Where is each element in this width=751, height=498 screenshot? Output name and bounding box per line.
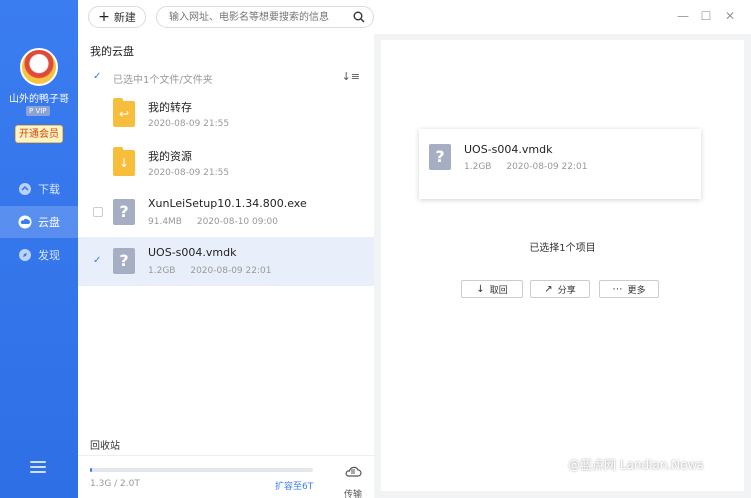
row-checkbox[interactable]: ✓	[93, 256, 103, 266]
download-icon	[19, 183, 31, 195]
unknown-file-icon: ?	[113, 199, 135, 225]
search-input[interactable]	[169, 9, 349, 25]
file-name: 我的资源	[148, 150, 192, 163]
file-date: 2020-08-09 21:55	[148, 119, 230, 129]
sort-icon[interactable]: ↓≡	[342, 70, 360, 83]
minimize-icon[interactable]: —	[676, 9, 690, 23]
list-item[interactable]: ? XunLeiSetup10.1.34.800.exe 91.4MB 2020…	[78, 188, 374, 237]
more-icon: ⋯	[612, 283, 623, 295]
sidebar-item-label: 云盘	[38, 216, 60, 229]
maximize-icon[interactable]: ☐	[699, 9, 713, 23]
row-checkbox[interactable]	[93, 207, 103, 217]
detail-file-meta: 1.2GB 2020-08-09 22:01	[464, 162, 599, 172]
detail-file-name: UOS-s004.vmdk	[464, 143, 553, 156]
sidebar-item-label: 发现	[38, 249, 60, 262]
folder-icon: ↩	[113, 98, 135, 127]
file-panel: 我的云盘 ✓ 已选中1个文件/文件夹 ↓≡ ↩ 我的转存 2020-08-09 …	[78, 34, 374, 498]
sidebar-item-label: 下载	[38, 183, 60, 196]
retrieve-button[interactable]: ↓ 取回	[461, 280, 523, 298]
file-meta: 1.2GB 2020-08-09 22:01	[148, 266, 283, 276]
transfer-label: 传输	[343, 490, 362, 498]
storage-bar-fill	[90, 468, 93, 472]
file-meta: 2020-08-09 21:55	[148, 168, 241, 178]
vip-badge: P VIP	[26, 106, 50, 116]
share-button[interactable]: ↗ 分享	[530, 280, 590, 298]
file-size: 91.4MB	[148, 217, 182, 227]
download-arrow-icon: ↓	[476, 283, 485, 295]
file-name: 我的转存	[148, 101, 192, 114]
file-date: 2020-08-09 21:55	[148, 168, 230, 178]
storage-bar	[90, 468, 313, 472]
menu-icon[interactable]	[30, 461, 46, 473]
new-button-label: 新建	[113, 11, 136, 24]
recycle-bin-link[interactable]: 回收站	[90, 437, 120, 452]
section-title: 我的云盘	[90, 45, 134, 58]
transfer-cloud-icon	[345, 466, 362, 477]
sidebar-item-cloud[interactable]: 云盘	[0, 206, 78, 238]
cloud-icon	[18, 215, 32, 229]
storage-area: 1.3G / 2.0T 扩容至6T 传输	[78, 455, 374, 498]
select-all-checkbox[interactable]: ✓	[93, 72, 103, 82]
avatar[interactable]	[20, 48, 58, 86]
retrieve-label: 取回	[489, 285, 508, 296]
search-box[interactable]	[156, 6, 374, 28]
selected-file-card: ? UOS-s004.vmdk 1.2GB 2020-08-09 22:01	[419, 129, 701, 199]
detail-file-size: 1.2GB	[464, 162, 492, 172]
search-icon[interactable]	[353, 11, 365, 23]
watermark: @蓝点网 Landian.News	[568, 458, 704, 472]
file-name: UOS-s004.vmdk	[148, 246, 237, 259]
file-size: 1.2GB	[148, 266, 176, 276]
list-item[interactable]: ↩ 我的转存 2020-08-09 21:55	[78, 90, 374, 139]
discover-icon	[19, 249, 31, 261]
selection-bar: ✓ 已选中1个文件/文件夹 ↓≡	[78, 68, 374, 88]
share-label: 分享	[557, 285, 576, 296]
file-date: 2020-08-09 22:01	[190, 266, 272, 276]
username[interactable]: 山外的鸭子哥	[0, 90, 78, 105]
file-meta: 2020-08-09 21:55	[148, 119, 241, 129]
more-label: 更多	[627, 285, 646, 296]
file-name: XunLeiSetup10.1.34.800.exe	[148, 197, 307, 210]
folder-icon: ↓	[113, 147, 135, 176]
file-date: 2020-08-10 09:00	[196, 217, 278, 227]
plus-icon: +	[98, 9, 110, 25]
file-meta: 91.4MB 2020-08-10 09:00	[148, 217, 290, 227]
selection-text: 已选中1个文件/文件夹	[113, 75, 213, 86]
share-icon: ↗	[544, 283, 553, 295]
more-button[interactable]: ⋯ 更多	[599, 280, 659, 298]
close-icon[interactable]: ✕	[723, 9, 737, 23]
detail-file-date: 2020-08-09 22:01	[506, 162, 588, 172]
unknown-file-icon: ?	[113, 248, 135, 274]
detail-panel: ? UOS-s004.vmdk 1.2GB 2020-08-09 22:01 已…	[381, 40, 744, 491]
storage-usage: 1.3G / 2.0T	[90, 479, 140, 489]
sidebar-item-download[interactable]: 下载	[0, 173, 78, 205]
open-vip-button[interactable]: 开通会员	[15, 125, 63, 143]
sidebar-item-discover[interactable]: 发现	[0, 239, 78, 271]
unknown-file-icon: ?	[429, 144, 451, 170]
sidebar: 山外的鸭子哥 P VIP 开通会员 下载 云盘 发现	[0, 0, 78, 498]
expand-storage-link[interactable]: 扩容至6T	[275, 479, 313, 492]
list-item[interactable]: ✓ ? UOS-s004.vmdk 1.2GB 2020-08-09 22:01	[78, 237, 374, 286]
selected-count-text: 已选择1个项目	[529, 243, 596, 254]
new-button[interactable]: + 新建	[88, 6, 146, 28]
transfer-button[interactable]: 传输	[341, 464, 365, 498]
top-bar: + 新建 — ☐ ✕	[78, 0, 751, 34]
list-item[interactable]: ↓ 我的资源 2020-08-09 21:55	[78, 139, 374, 188]
